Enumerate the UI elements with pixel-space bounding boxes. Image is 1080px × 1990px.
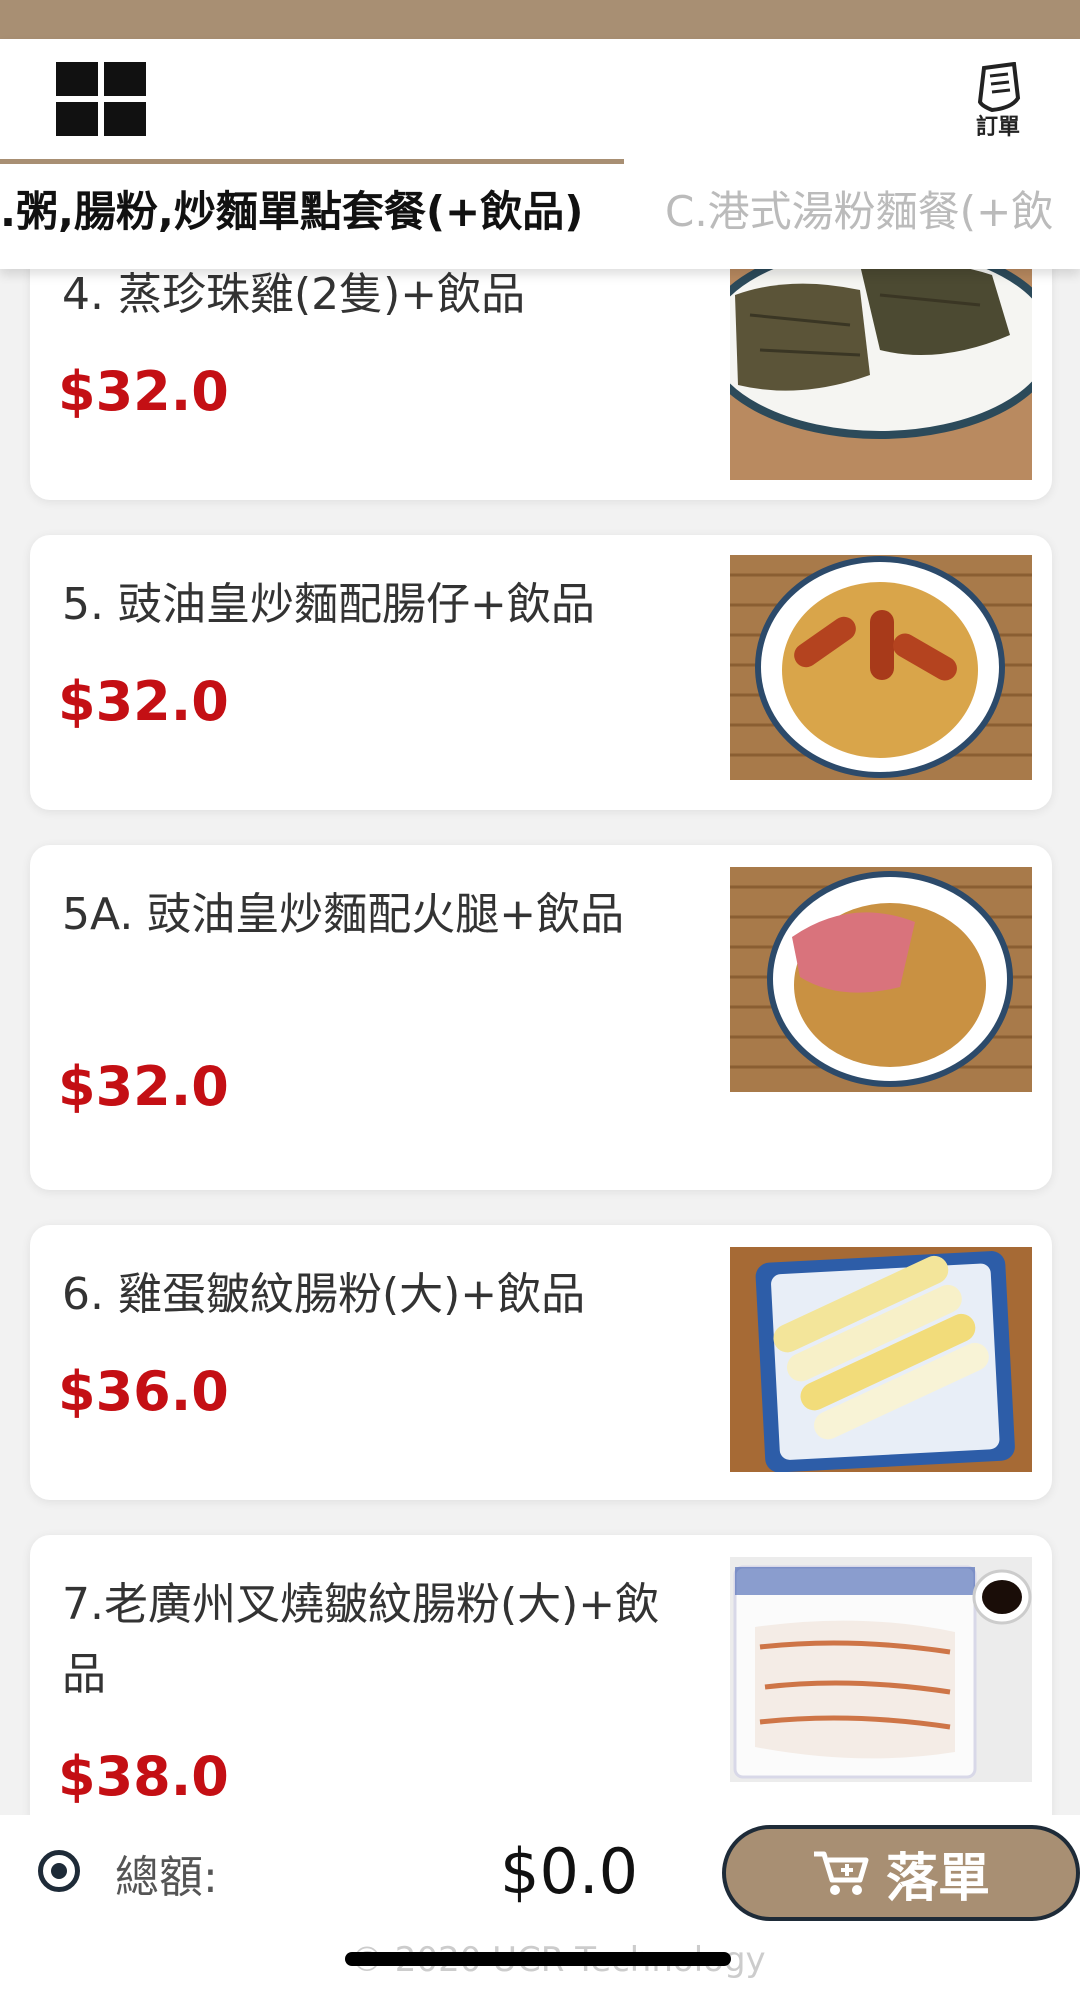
- header-bar: 訂單 .粥,腸粉,炒麵單點套餐(+飲品) C.港式湯粉麵餐(+飲: [0, 39, 1080, 269]
- lotus-leaf-chicken-photo: [730, 255, 1032, 480]
- status-bar-strip: [0, 0, 1080, 39]
- total-amount: $0.0: [500, 1835, 639, 1908]
- select-all-radio[interactable]: [38, 1850, 80, 1892]
- egg-rice-roll-photo: [730, 1247, 1032, 1472]
- receipt-icon: [977, 62, 1021, 113]
- place-order-label: 落單: [885, 1848, 990, 1909]
- menu-item-card[interactable]: 5A. 豉油皇炒麵配火腿+飲品 $32.0: [30, 845, 1052, 1190]
- cart-icon: [813, 1851, 869, 1895]
- menu-item-price: $32.0: [58, 360, 229, 423]
- menu-item-price: $36.0: [58, 1360, 229, 1423]
- tab-noodle-rice-roll[interactable]: .粥,腸粉,炒麵單點套餐(+飲品): [0, 177, 583, 247]
- menu-item-card[interactable]: 6. 雞蛋皺紋腸粉(大)+飲品 $36.0: [30, 1225, 1052, 1500]
- menu-item-card[interactable]: 5. 豉油皇炒麵配腸仔+飲品 $32.0: [30, 535, 1052, 810]
- category-grid-icon[interactable]: [56, 62, 146, 136]
- menu-item-price: $32.0: [58, 1055, 229, 1118]
- menu-item-name: 5. 豉油皇炒麵配腸仔+飲品: [62, 579, 595, 630]
- noodles-sausage-photo: [730, 555, 1032, 780]
- menu-item-name: 4. 蒸珍珠雞(2隻)+飲品: [62, 269, 526, 320]
- noodles-ham-photo: [730, 867, 1032, 1092]
- tab-hk-soup-noodles[interactable]: C.港式湯粉麵餐(+飲: [665, 177, 1053, 247]
- orders-button[interactable]: 訂單: [968, 62, 1028, 142]
- menu-item-name: 6. 雞蛋皺紋腸粉(大)+飲品: [62, 1269, 586, 1320]
- char-siu-rice-roll-photo: [730, 1557, 1032, 1782]
- menu-item-price: $38.0: [58, 1745, 229, 1808]
- total-label: 總額:: [115, 1852, 218, 1903]
- menu-item-card[interactable]: 7.老廣州叉燒皺紋腸粉(大)+飲品 $38.0: [30, 1535, 1052, 1835]
- orders-label: 訂單: [975, 115, 1020, 140]
- menu-item-name: 5A. 豉油皇炒麵配火腿+飲品: [62, 889, 625, 940]
- menu-item-price: $32.0: [58, 670, 229, 733]
- menu-item-name: 7.老廣州叉燒皺紋腸粉(大)+飲品: [62, 1579, 660, 1700]
- place-order-button[interactable]: 落單: [722, 1825, 1080, 1921]
- home-indicator: [345, 1952, 731, 1966]
- active-tab-indicator: [0, 159, 624, 164]
- category-tabs: .粥,腸粉,炒麵單點套餐(+飲品) C.港式湯粉麵餐(+飲: [0, 177, 1080, 247]
